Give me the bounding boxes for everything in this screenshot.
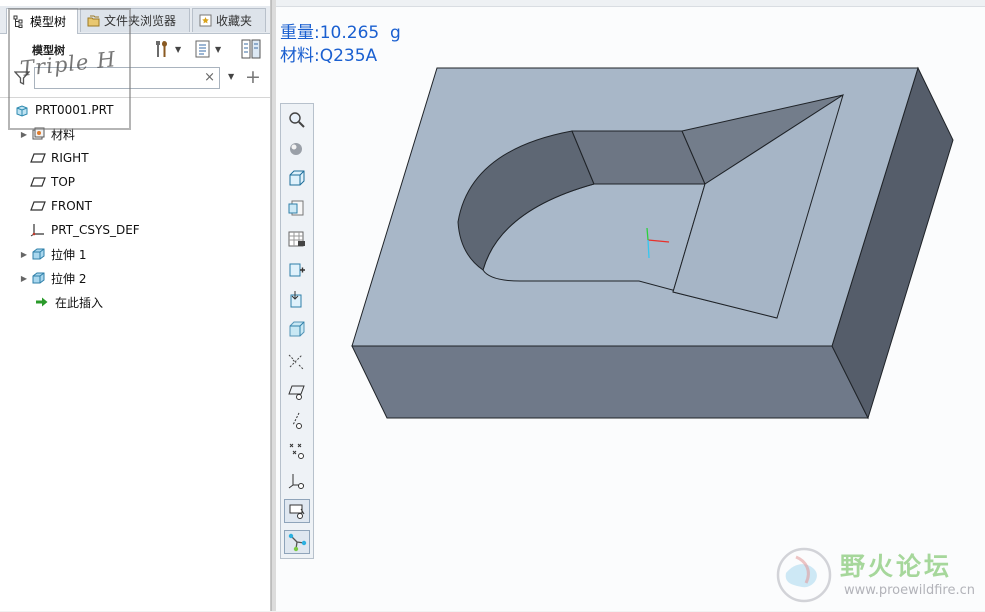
view-manager-button[interactable] [284, 196, 310, 220]
section-button[interactable] [284, 287, 310, 311]
tree-item-label: PRT_CSYS_DEF [51, 223, 140, 237]
tree-item-extrude-2[interactable]: ▶ 拉伸 2 [0, 267, 288, 289]
tree-item-insert-here[interactable]: 在此插入 [0, 291, 304, 313]
expand-arrow-icon[interactable]: ▶ [18, 274, 30, 283]
graphics-window[interactable]: 重量:10.265 g 材料:Q235A 野火论坛 www.proewildfi… [276, 0, 985, 611]
expand-arrow-icon[interactable]: ▶ [18, 250, 30, 259]
tree-item-material[interactable]: ▶ 材料 [0, 123, 288, 145]
tree-item-label: RIGHT [51, 151, 89, 165]
csys-display-button[interactable] [284, 469, 310, 493]
tree-item-top[interactable]: TOP [0, 171, 300, 193]
add-component-button[interactable] [284, 257, 310, 281]
filter-icon[interactable] [14, 70, 30, 86]
view-manager-icon [288, 200, 304, 216]
add-icon[interactable]: + [245, 66, 261, 88]
navigator-tabbar: 模型树 文件夹浏览器 收藏夹 [0, 6, 270, 34]
transparency-button[interactable] [284, 317, 310, 341]
display-style-icon [290, 143, 302, 155]
tab-model-tree[interactable]: 模型树 [6, 8, 78, 34]
tree-title: 模型树 [32, 44, 65, 57]
expand-arrow-icon[interactable]: ▶ [18, 130, 30, 139]
section-icon [290, 291, 302, 308]
columns-icon [241, 39, 261, 59]
plane-display-icon [288, 385, 305, 400]
tree-item-right[interactable]: RIGHT [0, 147, 300, 169]
spin-center-button[interactable] [284, 530, 310, 554]
favorites-icon [199, 14, 212, 27]
material-label: 材料:Q235A [280, 46, 378, 66]
tab-label: 文件夹浏览器 [104, 14, 177, 28]
tree-filter-icon [195, 40, 210, 58]
extrude-icon [30, 271, 46, 285]
forum-logo-icon [776, 547, 832, 603]
tree-item-csys[interactable]: PRT_CSYS_DEF [0, 219, 300, 241]
model-tree: PRT0001.PRT ▶ 材料 RIGHT TOP FRONT PRT_CSY… [0, 97, 270, 612]
csys-display-icon [288, 474, 304, 489]
tree-columns-button[interactable] [240, 38, 264, 60]
search-input[interactable]: × [34, 67, 220, 89]
forum-name: 野火论坛 [840, 552, 953, 581]
chevron-down-icon: ▼ [215, 44, 222, 54]
tree-item-label: TOP [51, 175, 76, 189]
datum-plane-icon [30, 175, 46, 189]
tree-item-label: 材料 [51, 127, 76, 142]
display-style-button[interactable] [284, 137, 310, 161]
search-row: × ▼ + [0, 64, 270, 94]
tab-label: 收藏夹 [216, 14, 253, 28]
point-display-icon [289, 443, 304, 459]
tools-icon [156, 41, 167, 57]
model-tree-icon [13, 15, 23, 28]
axis-display-button[interactable] [284, 409, 310, 433]
chevron-down-icon[interactable]: ▼ [228, 72, 234, 81]
folder-browser-icon [87, 15, 100, 27]
saved-orientations-icon [289, 170, 305, 186]
datum-display-button[interactable] [284, 349, 310, 373]
tree-item-label: FRONT [51, 199, 92, 213]
chevron-down-icon: ▼ [175, 44, 182, 54]
zoom-button[interactable] [284, 108, 310, 132]
part-model[interactable] [276, 0, 985, 611]
annotation-display-button[interactable] [284, 499, 310, 523]
zoom-icon [289, 112, 305, 128]
appearance-gallery-icon [288, 231, 305, 247]
tree-item-front[interactable]: FRONT [0, 195, 300, 217]
front-face [351, 345, 869, 419]
clear-icon[interactable]: × [204, 70, 215, 85]
plane-display-button[interactable] [284, 380, 310, 404]
weight-label: 重量:10.265 g [280, 23, 401, 43]
point-display-button[interactable] [284, 439, 310, 463]
tree-item-label: 拉伸 2 [51, 271, 87, 286]
part-icon [14, 103, 30, 117]
datum-plane-icon [30, 199, 46, 213]
appearance-gallery-button[interactable] [284, 227, 310, 251]
settings-button[interactable]: ▼ [152, 38, 188, 60]
tree-root-label: PRT0001.PRT [35, 103, 114, 117]
spin-center-icon [288, 533, 307, 552]
transparency-icon [289, 321, 305, 337]
saved-orientations-button[interactable] [284, 166, 310, 190]
insert-here-icon [34, 295, 50, 309]
tree-item-label: 拉伸 1 [51, 247, 87, 262]
axis-display-icon [292, 412, 302, 429]
add-component-icon [289, 263, 305, 277]
csys-icon [30, 223, 46, 237]
tree-item-label: 在此插入 [55, 295, 104, 310]
tree-root[interactable]: PRT0001.PRT [0, 99, 284, 121]
extrude-icon [30, 247, 46, 261]
forum-url: www.proewildfire.cn [844, 583, 975, 598]
tree-toolbar: 模型树 ▼ ▼ [0, 34, 270, 64]
show-button[interactable]: ▼ [194, 38, 230, 60]
tab-folder-browser[interactable]: 文件夹浏览器 [80, 8, 190, 32]
tab-favorites[interactable]: 收藏夹 [192, 8, 266, 32]
mass-properties-note: 重量:10.265 g 材料:Q235A [280, 22, 401, 68]
model-tree-panel: 模型树 文件夹浏览器 收藏夹 模型树 ▼ ▼ × ▼ + PRT0001.PRT… [0, 0, 271, 611]
material-icon [30, 127, 46, 141]
tab-label: 模型树 [30, 15, 67, 29]
datum-plane-icon [30, 151, 46, 165]
datum-display-icon [288, 354, 304, 370]
view-toolbar [280, 103, 314, 559]
tree-item-extrude-1[interactable]: ▶ 拉伸 1 [0, 243, 288, 265]
annotation-display-icon [289, 504, 305, 519]
forum-logo: 野火论坛 www.proewildfire.cn [774, 543, 982, 609]
